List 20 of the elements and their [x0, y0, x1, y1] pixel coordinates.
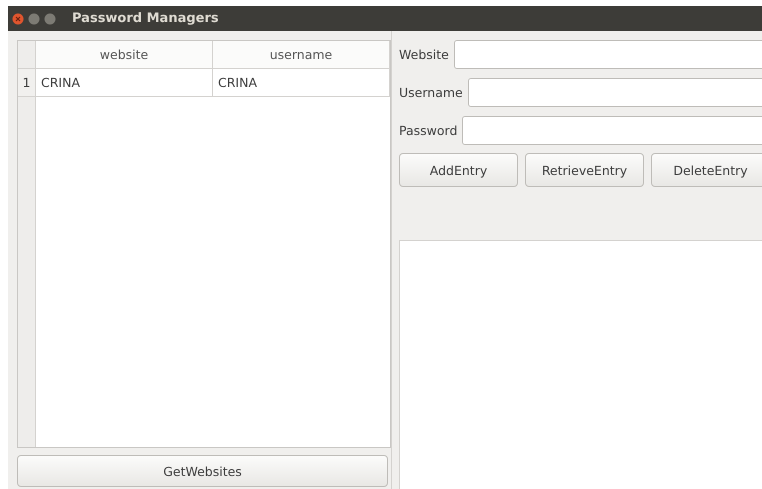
table-cell[interactable]: CRINA	[36, 69, 213, 96]
field-label: Website	[399, 47, 449, 62]
field-label: Password	[399, 123, 458, 138]
close-icon[interactable]	[12, 13, 24, 24]
entry-button[interactable]: AddEntry	[399, 153, 518, 187]
window-title: Password Managers	[72, 11, 219, 26]
entry-button[interactable]: DeleteEntry	[651, 153, 762, 187]
column-header[interactable]: username	[213, 41, 390, 68]
column-header[interactable]: website	[36, 41, 213, 68]
input-field[interactable]	[468, 78, 762, 107]
minimize-icon[interactable]	[28, 13, 40, 24]
maximize-icon[interactable]	[44, 13, 56, 24]
table-cell[interactable]: CRINA	[213, 69, 390, 96]
output-area[interactable]	[399, 240, 762, 489]
input-field[interactable]	[462, 116, 762, 145]
field-label: Username	[399, 85, 463, 100]
entry-button[interactable]: RetrieveEntry	[525, 153, 644, 187]
row-number: 1	[18, 69, 36, 96]
get-websites-button[interactable]: GetWebsites	[17, 455, 388, 487]
input-field[interactable]	[454, 40, 762, 69]
